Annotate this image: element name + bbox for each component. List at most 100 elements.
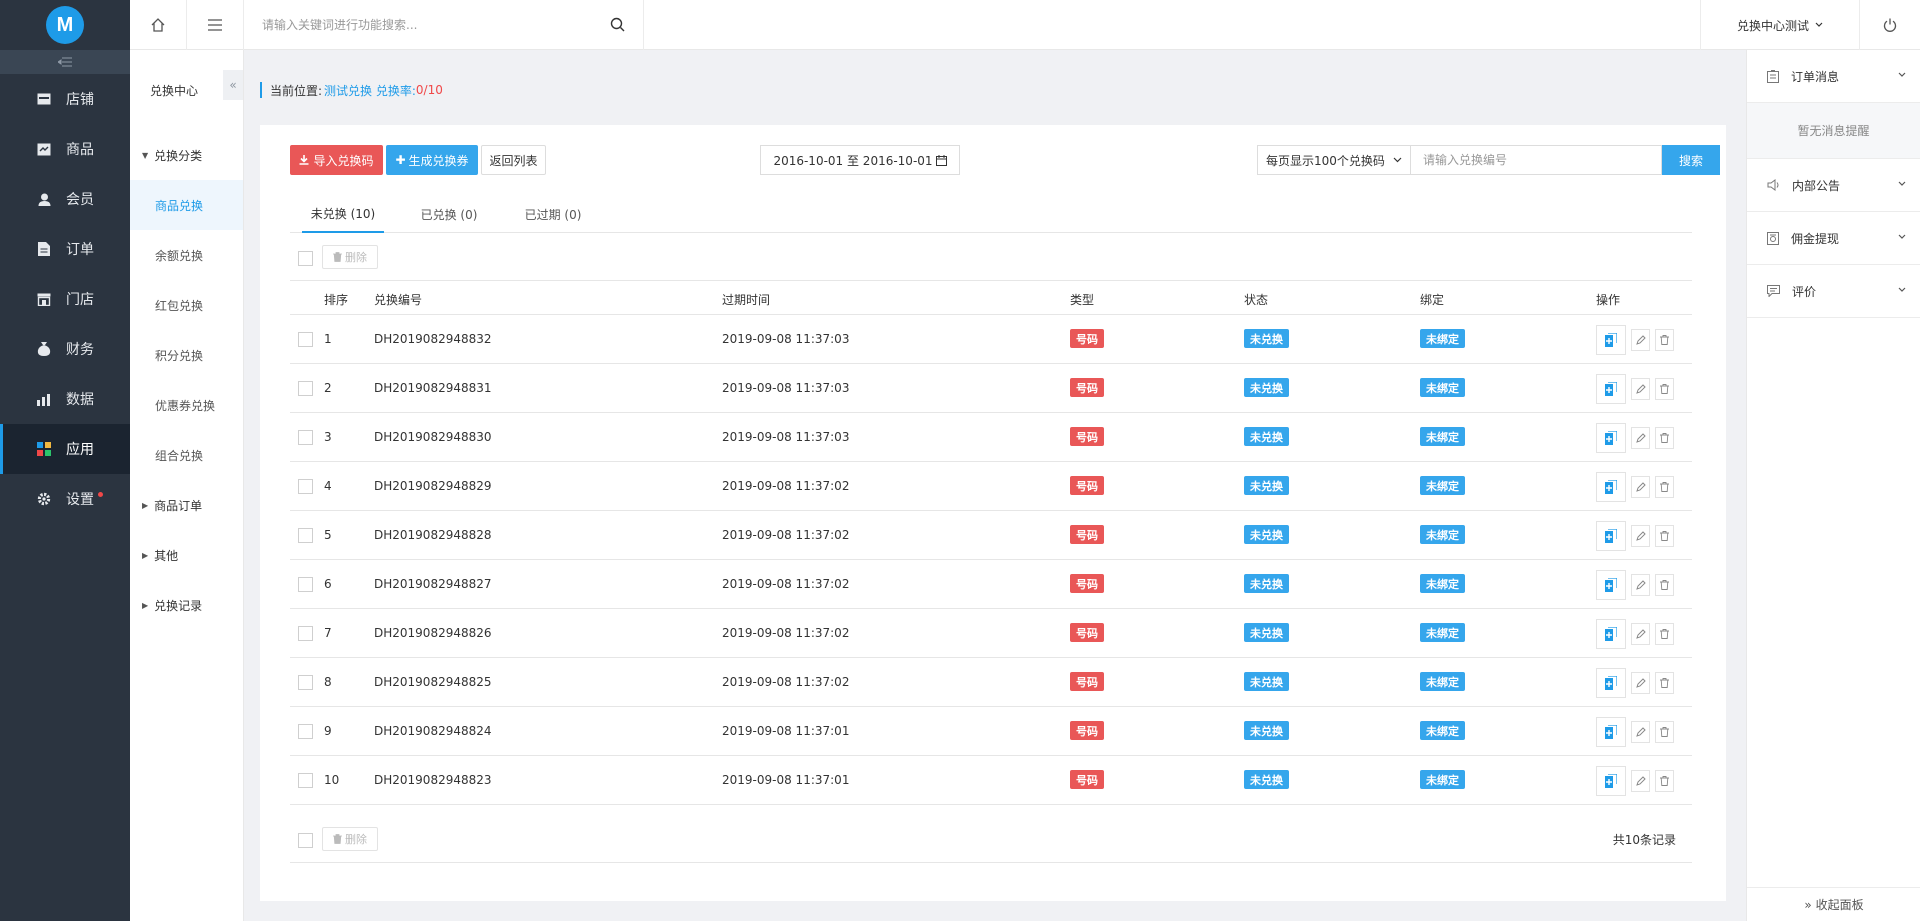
edit-button[interactable]	[1631, 672, 1650, 694]
commission-withdraw[interactable]: 佣金提现	[1747, 212, 1920, 265]
subnav-item-3[interactable]: 积分兑换	[130, 330, 243, 380]
row-checkbox[interactable]	[298, 675, 313, 690]
sidebar-item-8[interactable]: 设置	[0, 474, 130, 524]
breadcrumb-current[interactable]: 测试兑换 兑换率:	[324, 82, 416, 99]
sidebar-item-3[interactable]: 订单	[0, 224, 130, 274]
delete-button[interactable]	[1655, 721, 1674, 743]
copy-button[interactable]	[1596, 423, 1626, 453]
copy-button[interactable]	[1596, 717, 1626, 747]
copy-button[interactable]	[1596, 570, 1626, 600]
home-button[interactable]	[130, 0, 187, 50]
collapse-panel-button[interactable]: » 收起面板	[1747, 887, 1920, 921]
wallet-icon	[1767, 231, 1779, 245]
bulk-delete-button[interactable]: 删除	[322, 245, 378, 269]
type-badge: 号码	[1070, 476, 1104, 495]
type-badge: 号码	[1070, 378, 1104, 397]
row-checkbox[interactable]	[298, 381, 313, 396]
reviews[interactable]: 评价	[1747, 265, 1920, 318]
copy-button[interactable]	[1596, 619, 1626, 649]
logout-button[interactable]	[1860, 0, 1920, 50]
back-to-list-button[interactable]: 返回列表	[481, 145, 546, 175]
delete-button[interactable]	[1655, 623, 1674, 645]
sidebar-item-0[interactable]: 店铺	[0, 74, 130, 124]
sidebar-item-5[interactable]: 财务	[0, 324, 130, 374]
subnav-item-5[interactable]: 组合兑换	[130, 430, 243, 480]
delete-button[interactable]	[1655, 378, 1674, 400]
row-checkbox[interactable]	[298, 479, 313, 494]
delete-button[interactable]	[1655, 329, 1674, 351]
delete-button[interactable]	[1655, 574, 1674, 596]
sidebar-item-7[interactable]: 应用	[0, 424, 130, 474]
code-search-input[interactable]	[1423, 153, 1643, 167]
order-messages[interactable]: 订单消息	[1747, 50, 1920, 103]
sidebar-item-label: 数据	[66, 392, 94, 408]
edit-button[interactable]	[1631, 378, 1650, 400]
edit-button[interactable]	[1631, 329, 1650, 351]
sidebar-item-1[interactable]: 商品	[0, 124, 130, 174]
sidebar-item-2[interactable]: 会员	[0, 174, 130, 224]
search-button[interactable]: 搜索	[1662, 145, 1720, 175]
sidebar-collapse-toggle[interactable]	[0, 50, 130, 74]
edit-button[interactable]	[1631, 623, 1650, 645]
status-badge: 未兑换	[1244, 525, 1289, 544]
copy-button[interactable]	[1596, 521, 1626, 551]
row-checkbox[interactable]	[298, 430, 313, 445]
date-range-picker[interactable]: 2016-10-01 至 2016-10-01	[760, 145, 960, 175]
select-all-checkbox[interactable]	[298, 833, 313, 848]
copy-button[interactable]	[1596, 472, 1626, 502]
row-checkbox[interactable]	[298, 528, 313, 543]
edit-button[interactable]	[1631, 476, 1650, 498]
import-codes-button[interactable]: 导入兑换码	[290, 145, 383, 175]
subnav-item-1[interactable]: 余额兑换	[130, 230, 243, 280]
row-checkbox[interactable]	[298, 724, 313, 739]
user-menu[interactable]: 兑换中心测试	[1700, 0, 1860, 50]
row-checkbox[interactable]	[298, 773, 313, 788]
user-name: 兑换中心测试	[1736, 18, 1809, 33]
delete-button[interactable]	[1655, 770, 1674, 792]
delete-button[interactable]	[1655, 672, 1674, 694]
menu-button[interactable]	[187, 0, 244, 50]
bulk-delete-button[interactable]: 删除	[322, 827, 378, 851]
subnav-collapse-button[interactable]: «	[223, 70, 243, 100]
row-checkbox[interactable]	[298, 626, 313, 641]
edit-button[interactable]	[1631, 721, 1650, 743]
delete-button[interactable]	[1655, 476, 1674, 498]
copy-button[interactable]	[1596, 668, 1626, 698]
edit-button[interactable]	[1631, 427, 1650, 449]
copy-button[interactable]	[1596, 374, 1626, 404]
delete-button[interactable]	[1655, 525, 1674, 547]
bind-badge: 未绑定	[1420, 427, 1465, 446]
edit-button[interactable]	[1631, 574, 1650, 596]
subnav-group-other[interactable]: ▶ 其他	[130, 530, 243, 580]
sidebar-item-6[interactable]: 数据	[0, 374, 130, 424]
type-badge: 号码	[1070, 770, 1104, 789]
sidebar-item-4[interactable]: 门店	[0, 274, 130, 324]
tab-unredeemed[interactable]: 未兑换 (10)	[302, 195, 384, 233]
per-page-select[interactable]: 每页显示100个兑换码	[1257, 145, 1411, 175]
search-icon[interactable]	[610, 17, 625, 32]
row-checkbox[interactable]	[298, 577, 313, 592]
subnav-item-2[interactable]: 红包兑换	[130, 280, 243, 330]
subnav-item-0[interactable]: 商品兑换	[130, 180, 243, 230]
col-status: 状态	[1244, 293, 1269, 307]
function-search-input[interactable]	[262, 18, 592, 32]
subnav-group-goods-order[interactable]: ▶ 商品订单	[130, 480, 243, 530]
copy-button[interactable]	[1596, 766, 1626, 796]
subnav-item-4[interactable]: 优惠券兑换	[130, 380, 243, 430]
tab-redeemed[interactable]: 已兑换 (0)	[414, 195, 484, 233]
subnav-group-category[interactable]: ▼ 兑换分类	[130, 130, 243, 180]
generate-coupons-label: 生成兑换券	[408, 153, 469, 168]
subnav-group-records[interactable]: ▶ 兑换记录	[130, 580, 243, 630]
edit-button[interactable]	[1631, 525, 1650, 547]
logo[interactable]: M	[0, 0, 130, 50]
select-all-checkbox[interactable]	[298, 251, 313, 266]
internal-notice[interactable]: 内部公告	[1747, 159, 1920, 212]
copy-button[interactable]	[1596, 325, 1626, 355]
redeem-rate: 0/10	[415, 83, 443, 97]
delete-button[interactable]	[1655, 427, 1674, 449]
tab-expired[interactable]: 已过期 (0)	[518, 195, 588, 233]
edit-button[interactable]	[1631, 770, 1650, 792]
row-checkbox[interactable]	[298, 332, 313, 347]
generate-coupons-button[interactable]: ✚ 生成兑换券	[386, 145, 478, 175]
col-actions: 操作	[1596, 293, 1621, 307]
